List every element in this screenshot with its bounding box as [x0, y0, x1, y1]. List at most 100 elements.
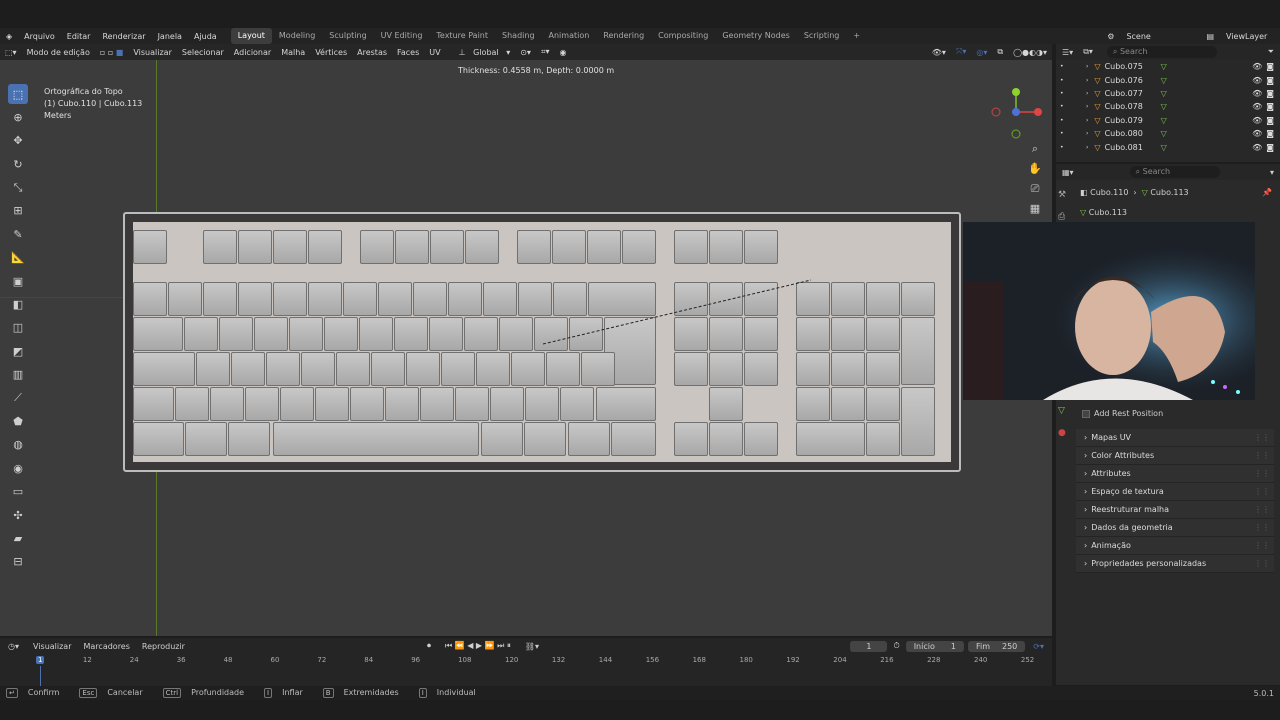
pan-icon[interactable]: ✋: [1026, 160, 1044, 178]
panel-0[interactable]: › Mapas UV ⋮⋮: [1076, 429, 1274, 447]
drag-handle-icon[interactable]: ⋮⋮: [1254, 451, 1270, 460]
start-frame-field[interactable]: Início 1: [905, 640, 964, 652]
scene-name[interactable]: Scene: [1120, 32, 1200, 41]
tab-compositing[interactable]: Compositing: [651, 28, 715, 44]
chevron-right-icon[interactable]: ›: [1086, 90, 1088, 97]
playback-controls[interactable]: ⏮ ⏪ ◀ ▶ ⏩ ⏭ ⏸: [431, 641, 525, 651]
rotate-icon[interactable]: ↻: [8, 154, 28, 174]
navigation-gizmo[interactable]: [990, 86, 1046, 142]
panel-4[interactable]: › Reestruturar malha ⋮⋮: [1076, 501, 1274, 519]
outliner-item[interactable]: • › ▽ Cubo.075 ▽ 👁 ◙: [1056, 60, 1280, 73]
add-workspace-icon[interactable]: +: [846, 28, 867, 44]
overlay-toggle-icon[interactable]: ◎▾: [971, 48, 992, 57]
menu-arestas[interactable]: Arestas: [352, 48, 392, 57]
outliner-item[interactable]: • › ▽ Cubo.077 ▽ 👁 ◙: [1056, 87, 1280, 100]
bevel-icon[interactable]: ◩: [8, 341, 28, 361]
camera-icon[interactable]: ◙: [1266, 116, 1274, 125]
panel-2[interactable]: › Attributes ⋮⋮: [1076, 465, 1274, 483]
eye-icon[interactable]: 👁: [1252, 129, 1262, 138]
knife-icon[interactable]: ⟋: [8, 388, 28, 408]
filter-icon[interactable]: ⏷: [1262, 47, 1280, 57]
menu-reproduzir[interactable]: Reproduzir: [136, 642, 191, 651]
panel-5[interactable]: › Dados da geometria ⋮⋮: [1076, 519, 1274, 537]
outliner-item[interactable]: • › ▽ Cubo.081 ▽ 👁 ◙: [1056, 140, 1280, 153]
menu-visualizar-timeline[interactable]: Visualizar: [27, 642, 78, 651]
eye-icon[interactable]: 👁: [1252, 89, 1262, 98]
current-frame-field[interactable]: 1: [850, 640, 888, 652]
camera-icon[interactable]: ◙: [1266, 89, 1274, 98]
chevron-right-icon[interactable]: ›: [1086, 130, 1088, 137]
camera-icon[interactable]: ◙: [1266, 129, 1274, 138]
data-tab-icon[interactable]: ▽: [1058, 400, 1074, 422]
proportional-edit-icon[interactable]: ◉: [554, 48, 571, 57]
tab-modeling[interactable]: Modeling: [272, 28, 322, 44]
end-frame-field[interactable]: Fim 250: [967, 640, 1026, 652]
chevron-right-icon[interactable]: ›: [1086, 144, 1088, 151]
shading-modes-icon[interactable]: ◯●◐◑▾: [1008, 48, 1052, 57]
move-icon[interactable]: ✥: [8, 131, 28, 151]
display-mode-icon[interactable]: ⧉▾: [1079, 47, 1097, 57]
tab-animation[interactable]: Animation: [542, 28, 597, 44]
zoom-icon[interactable]: ⌕: [1026, 140, 1044, 158]
panel-7[interactable]: › Propriedades personalizadas ⋮⋮: [1076, 555, 1274, 573]
camera-icon[interactable]: ◙: [1266, 76, 1274, 85]
menu-uv[interactable]: UV: [424, 48, 445, 57]
camera-icon[interactable]: ◙: [1266, 102, 1274, 111]
loop-cut-icon[interactable]: ▥: [8, 365, 28, 385]
properties-type-icon[interactable]: ▦▾: [1056, 168, 1080, 177]
snap-icon[interactable]: ⌗▾: [536, 47, 555, 57]
eye-icon[interactable]: 👁: [1252, 76, 1262, 85]
outliner-item[interactable]: • › ▽ Cubo.080 ▽ 👁 ◙: [1056, 127, 1280, 140]
drag-handle-icon[interactable]: ⋮⋮: [1254, 469, 1270, 478]
frame-ruler[interactable]: 1 12 24 36 48 60 72 84 96 108 120 132 144 156 168 180 19…: [0, 654, 1052, 686]
chevron-right-icon[interactable]: ›: [1086, 103, 1088, 110]
panel-1[interactable]: › Color Attributes ⋮⋮: [1076, 447, 1274, 465]
menu-visualizar[interactable]: Visualizar: [128, 48, 177, 57]
drag-handle-icon[interactable]: ⋮⋮: [1254, 541, 1270, 550]
tab-sculpting[interactable]: Sculpting: [322, 28, 373, 44]
tab-shading[interactable]: Shading: [495, 28, 542, 44]
panel-6[interactable]: › Animação ⋮⋮: [1076, 537, 1274, 555]
tab-rendering[interactable]: Rendering: [596, 28, 651, 44]
add-cube-icon[interactable]: ▣: [8, 271, 28, 291]
smooth-icon[interactable]: ◉: [8, 458, 28, 478]
drag-handle-icon[interactable]: ⋮⋮: [1254, 505, 1270, 514]
drag-handle-icon[interactable]: ⋮⋮: [1254, 433, 1270, 442]
tool-tab-icon[interactable]: ⚒: [1058, 184, 1074, 206]
mode-dropdown[interactable]: Modo de edição: [22, 48, 95, 57]
properties-search[interactable]: ⌕ Search: [1129, 166, 1220, 178]
transform-icon[interactable]: ⊞: [8, 201, 28, 221]
outliner-item[interactable]: • › ▽ Cubo.078 ▽ 👁 ◙: [1056, 100, 1280, 113]
outliner-search[interactable]: ⌕ Search: [1106, 46, 1217, 58]
cursor-icon[interactable]: ⊕: [8, 107, 28, 127]
chevron-right-icon[interactable]: ›: [1086, 77, 1088, 84]
editor-type-icon[interactable]: ⬚▾: [0, 48, 22, 57]
edge-slide-icon[interactable]: ▭: [8, 482, 28, 502]
menu-vertices[interactable]: Vértices: [310, 48, 352, 57]
measure-icon[interactable]: 📐: [8, 248, 28, 268]
record-icon[interactable]: ⏺: [191, 641, 431, 651]
menu-selecionar[interactable]: Selecionar: [177, 48, 229, 57]
sync-icon[interactable]: ⟳▾: [1025, 642, 1052, 651]
eye-icon[interactable]: 👁: [1252, 143, 1262, 152]
menu-marcadores[interactable]: Marcadores: [78, 642, 136, 651]
menu-arquivo[interactable]: Arquivo: [18, 32, 61, 41]
menu-adicionar[interactable]: Adicionar: [229, 48, 276, 57]
shrink-fatten-icon[interactable]: ✣: [8, 505, 28, 525]
tab-layout[interactable]: Layout: [230, 28, 272, 44]
tab-uv-editing[interactable]: UV Editing: [374, 28, 430, 44]
menu-janela[interactable]: Janela: [152, 32, 188, 41]
outliner-item[interactable]: • › ▽ Cubo.079 ▽ 👁 ◙: [1056, 114, 1280, 127]
view-layer-name[interactable]: ViewLayer: [1220, 32, 1280, 41]
tab-texture-paint[interactable]: Texture Paint: [429, 28, 495, 44]
eye-icon[interactable]: 👁: [1252, 116, 1262, 125]
timeline-editor-icon[interactable]: ◷▾: [0, 642, 27, 651]
pin-icon[interactable]: 📌: [1262, 188, 1280, 197]
drag-handle-icon[interactable]: ⋮⋮: [1254, 523, 1270, 532]
properties-options-icon[interactable]: ▾: [1264, 168, 1280, 177]
rip-icon[interactable]: ⊟: [8, 552, 28, 572]
outliner-item[interactable]: • › ▽ Cubo.076 ▽ 👁 ◙: [1056, 73, 1280, 86]
menu-editar[interactable]: Editar: [61, 32, 97, 41]
select-mode-icons[interactable]: ▫ ▫ ■: [95, 48, 129, 57]
camera-icon[interactable]: ◙: [1266, 62, 1274, 71]
